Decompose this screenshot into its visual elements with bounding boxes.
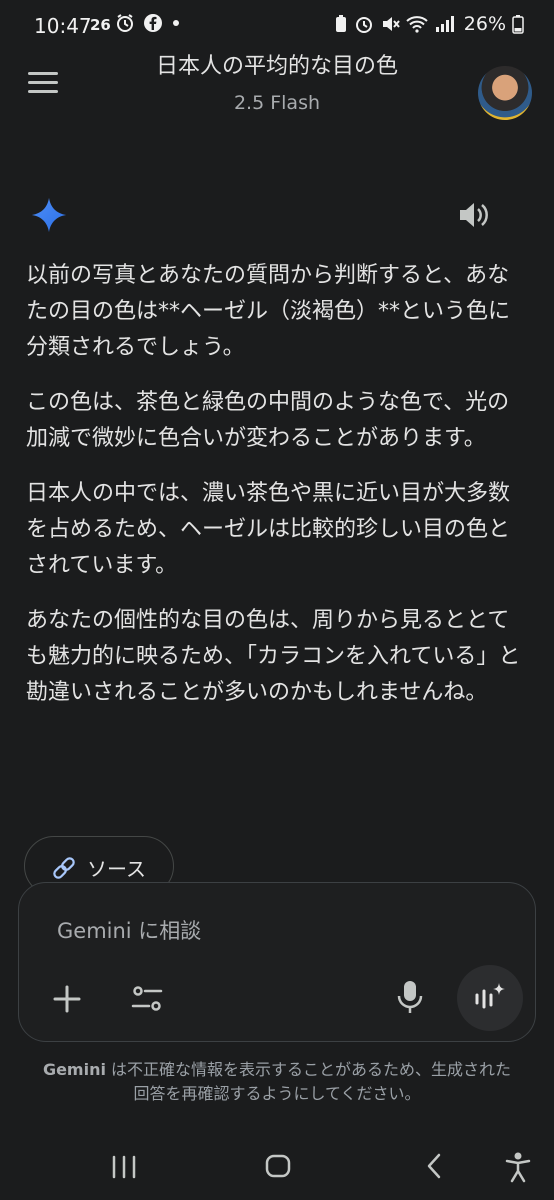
accessibility-icon[interactable] [504, 1151, 532, 1183]
gemini-sparkle-icon [31, 197, 67, 233]
disclaimer-brand: Gemini [42, 1060, 106, 1079]
disclaimer: Gemini は不正確な情報を表示することがあるため、生成された回答を再確認する… [40, 1058, 514, 1106]
battery-icon [512, 15, 524, 34]
wifi-icon [406, 16, 428, 33]
model-selector[interactable]: 2.5 Flash [0, 92, 554, 114]
alarm-icon [117, 14, 133, 32]
disclaimer-text: は不正確な情報を表示することがあるため、生成された回答を再確認するようにしてくだ… [105, 1060, 512, 1103]
recents-icon[interactable] [110, 1151, 138, 1181]
plus-icon[interactable] [49, 981, 85, 1017]
status-icons-left [115, 13, 181, 33]
battery-percent: 26% [463, 13, 506, 35]
facebook-icon [144, 14, 162, 32]
sources-label: ソース [87, 857, 146, 881]
app-header: 日本人の平均的な目の色 2.5 Flash [0, 40, 554, 130]
status-notification-count: 26 [90, 16, 111, 34]
response-paragraph: この色は、茶色と緑色の中間のような色で、光の加減で微妙に色合いが変わることがあり… [26, 390, 510, 451]
back-icon[interactable] [422, 1151, 446, 1181]
dot-icon [173, 20, 179, 26]
response-paragraph: あなたの個性的な目の色は、周りから見るととても魅力的に映るため、「カラコンを入れ… [26, 608, 521, 705]
battery-saver-icon [335, 15, 346, 32]
response-paragraph: 日本人の中では、濃い茶色や黒に近い目が大多数を占めるため、ヘーゼルは比較的珍しい… [26, 481, 511, 578]
response-paragraph: 以前の写真とあなたの質問から判断すると、あなたの目の色は**ヘーゼル（淡褐色）*… [26, 263, 511, 360]
mute-icon [382, 17, 400, 31]
microphone-icon[interactable] [395, 979, 425, 1015]
system-navigation-bar [0, 1135, 554, 1200]
home-icon[interactable] [264, 1151, 292, 1181]
gemini-response: 以前の写真とあなたの質問から判断すると、あなたの目の色は**ヘーゼル（淡褐色）*… [26, 258, 526, 730]
gemini-live-icon [475, 983, 505, 1009]
link-icon [53, 856, 75, 879]
gemini-live-button[interactable] [457, 965, 523, 1031]
status-icons-right: 26% [334, 13, 524, 35]
user-avatar[interactable] [478, 66, 532, 120]
status-time: 10:47 [34, 14, 92, 38]
conversation-title[interactable]: 日本人の平均的な目の色 [0, 48, 554, 80]
signal-icon [435, 16, 454, 32]
prompt-composer[interactable]: Gemini に相談 [18, 882, 536, 1042]
prompt-input[interactable]: Gemini に相談 [57, 915, 201, 945]
alarm-icon-2 [355, 17, 372, 33]
tools-sliders-icon[interactable] [129, 981, 165, 1017]
speaker-icon[interactable] [457, 200, 491, 230]
